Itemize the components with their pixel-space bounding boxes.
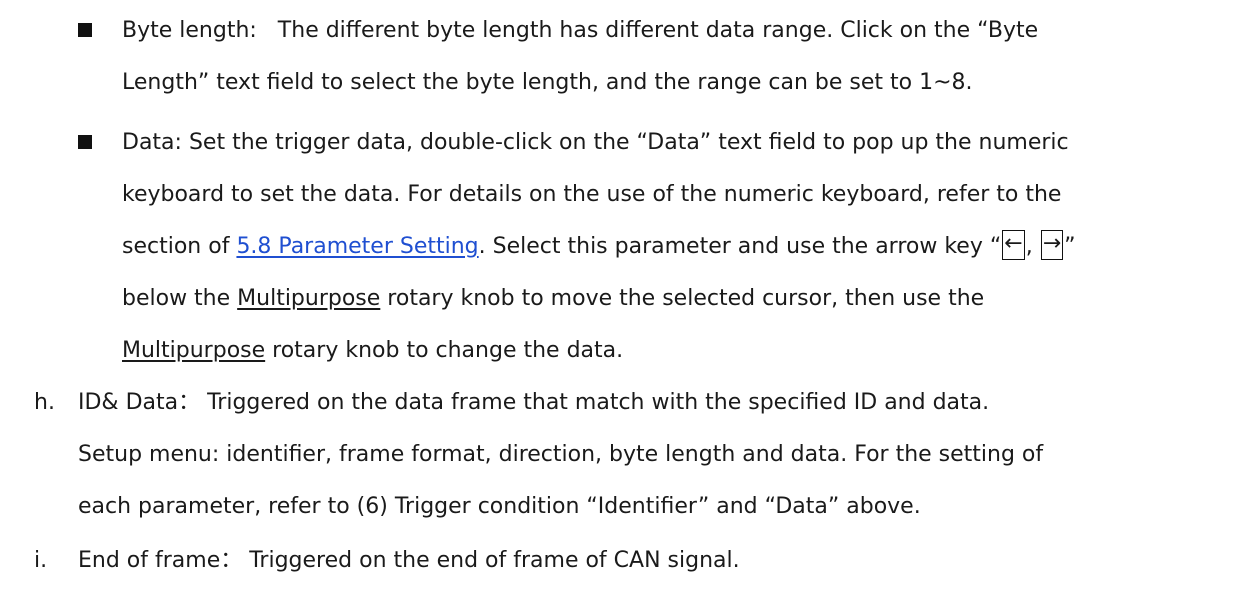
key-separator: ,: [1025, 234, 1040, 259]
data-term: Data: [122, 130, 175, 155]
data-desc-2: keyboard to set the data. For details on…: [122, 182, 1062, 207]
item-h-line-1: ID& Data： Triggered on the data frame th…: [78, 390, 990, 415]
data-desc-4-after: rotary knob to move the selected cursor,…: [380, 286, 985, 311]
data-desc-3-after: . Select this parameter and use the arro…: [478, 234, 1002, 259]
arrow-left-icon: ←: [1002, 230, 1025, 260]
byte-length-desc-1: The different byte length has different …: [256, 18, 1039, 43]
document-page: Byte length: The different byte length h…: [0, 0, 1250, 599]
data-desc-5-after: rotary knob to change the data.: [265, 338, 624, 363]
multipurpose-term: Multipurpose: [237, 286, 381, 311]
arrow-right-icon: →: [1040, 230, 1064, 260]
data-desc-4-before: below the: [122, 286, 238, 311]
data-colon: :: [174, 130, 182, 155]
byte-length-term: Byte length: [122, 18, 250, 43]
data-line-3: section of 5.8 Parameter Setting. Select…: [122, 230, 1076, 262]
item-h-marker: h.: [34, 390, 55, 415]
data-line-1: Data: Set the trigger data, double-click…: [122, 128, 1069, 158]
parameter-setting-link[interactable]: 5.8 Parameter Setting: [236, 234, 478, 259]
byte-length-colon: :: [249, 18, 257, 43]
item-h-line-3: each parameter, refer to (6) Trigger con…: [78, 494, 921, 519]
byte-length-line-2: Length” text field to select the byte le…: [122, 68, 973, 98]
item-h-line-2: Setup menu: identifier, frame format, di…: [78, 442, 1044, 467]
data-line-4: below the Multipurpose rotary knob to mo…: [122, 284, 984, 314]
data-desc-3-end: ”: [1064, 234, 1076, 259]
data-line-5: Multipurpose rotary knob to change the d…: [122, 336, 623, 366]
byte-length-line-1: Byte length: The different byte length h…: [122, 16, 1038, 46]
square-bullet-icon: [78, 135, 92, 149]
square-bullet-icon: [78, 23, 92, 37]
data-line-2: keyboard to set the data. For details on…: [122, 180, 1061, 210]
multipurpose-term: Multipurpose: [122, 338, 266, 363]
byte-length-desc-2: Length” text field to select the byte le…: [122, 70, 973, 95]
item-i-marker: i.: [34, 548, 48, 573]
item-i-line-1: End of frame： Triggered on the end of fr…: [78, 548, 740, 573]
data-desc-3-before: section of: [122, 234, 237, 259]
data-desc-1: Set the trigger data, double-click on th…: [181, 130, 1069, 155]
